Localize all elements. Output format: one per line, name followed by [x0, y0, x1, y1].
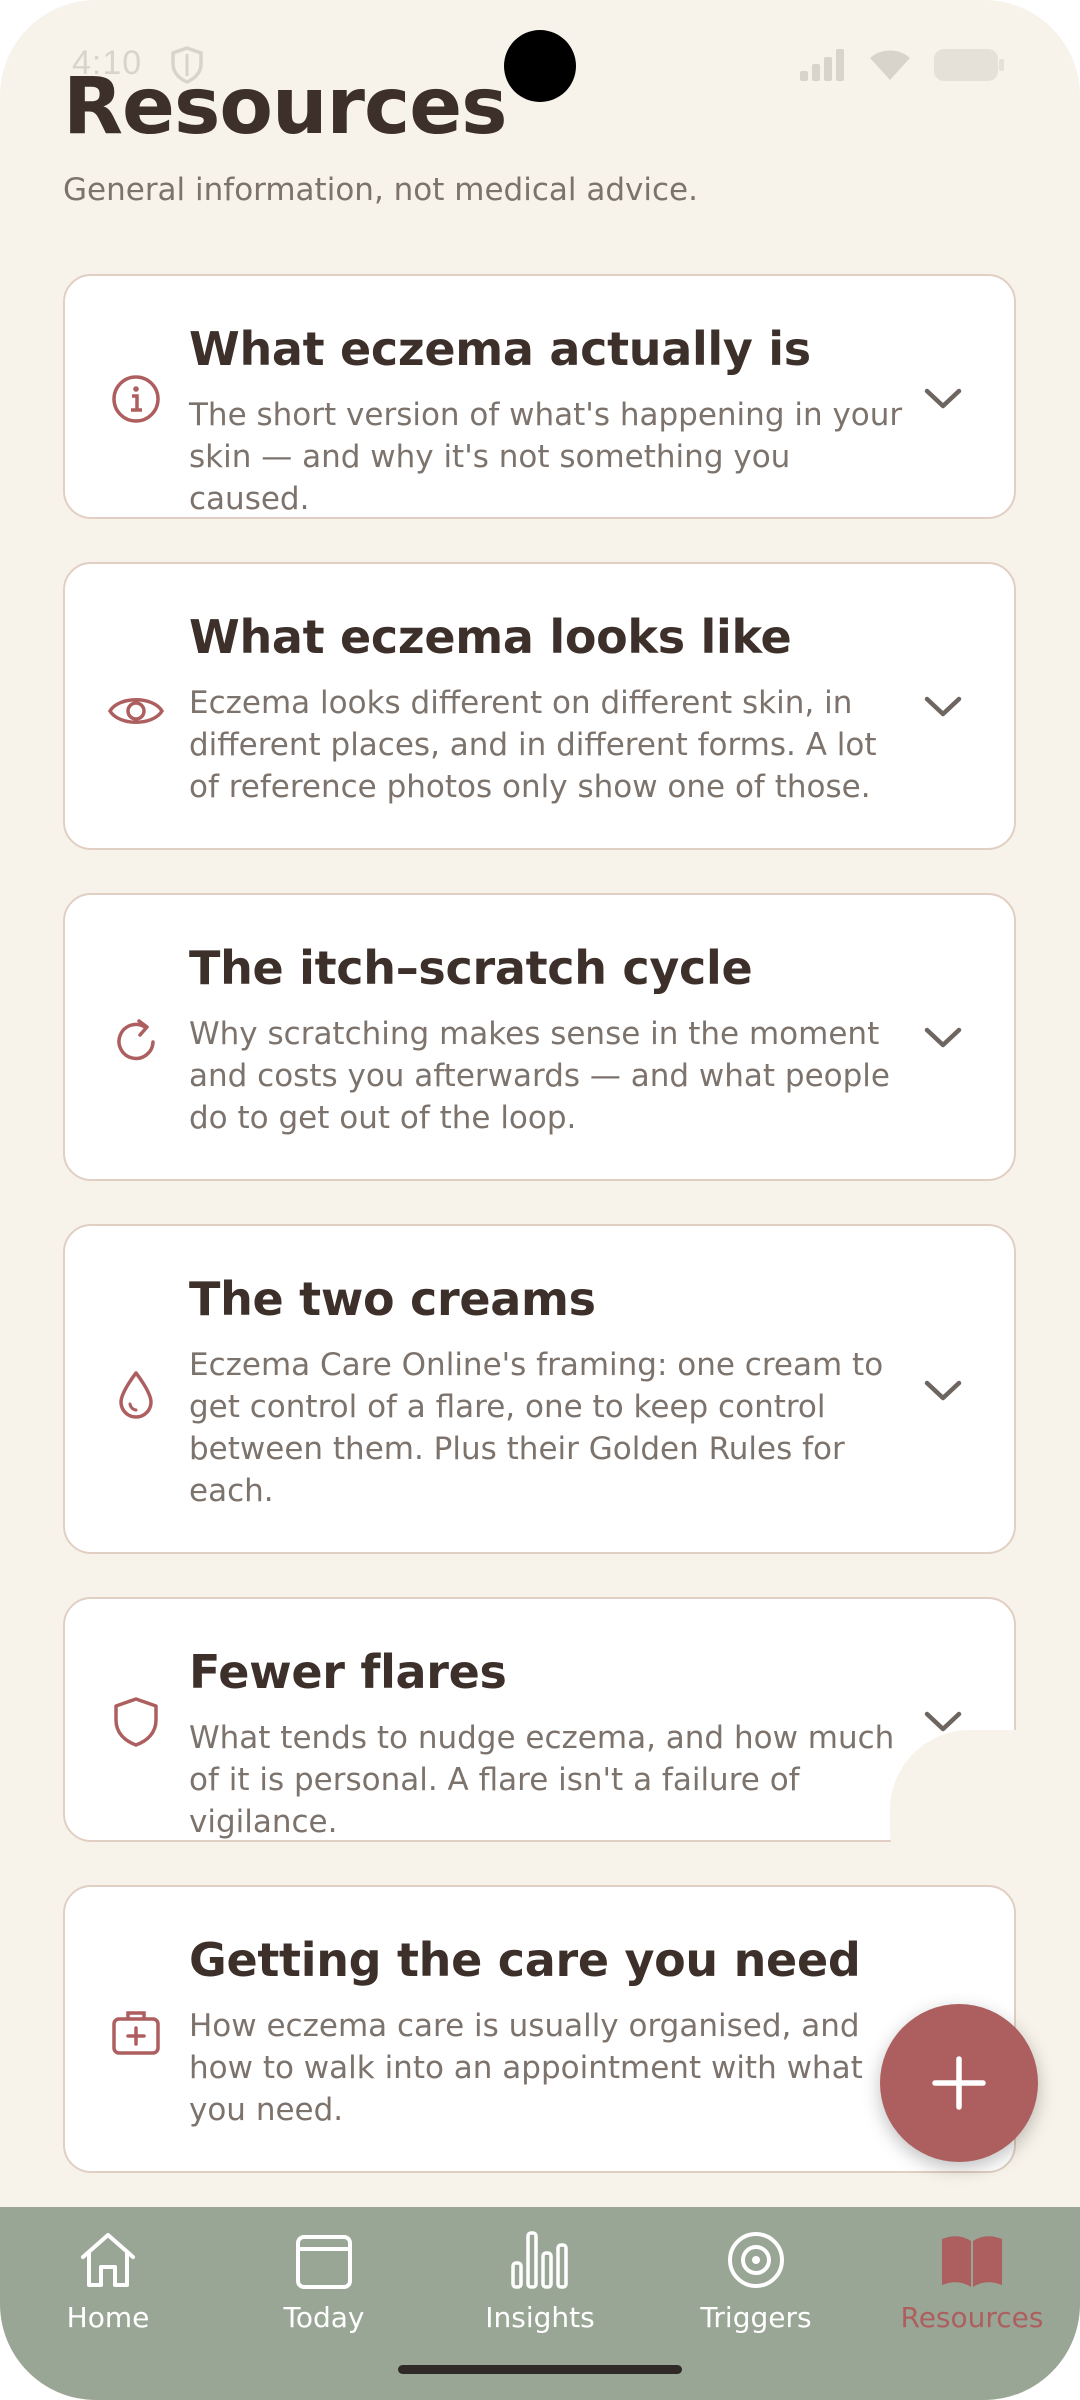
chevron-down-icon[interactable]: [922, 386, 964, 412]
info-icon: [112, 375, 160, 423]
plus-icon: [932, 2056, 986, 2110]
add-entry-button[interactable]: [880, 2004, 1038, 2162]
resource-card-what-eczema-looks-like[interactable]: What eczema looks like Eczema looks diff…: [63, 562, 1016, 850]
target-icon: [728, 2232, 784, 2288]
tab-insights[interactable]: Insights: [450, 2229, 630, 2359]
home-icon: [81, 2233, 135, 2287]
camera-cutout: [504, 30, 576, 102]
resource-card-itch-scratch-cycle[interactable]: The itch–scratch cycle Why scratching ma…: [63, 893, 1016, 1181]
resource-card-fewer-flares[interactable]: Fewer flares What tends to nudge eczema,…: [63, 1597, 1016, 1842]
resource-card-two-creams[interactable]: The two creams Eczema Care Online's fram…: [63, 1224, 1016, 1554]
tab-label: Insights: [485, 2301, 595, 2334]
tab-triggers[interactable]: Triggers: [666, 2229, 846, 2359]
card-description: Eczema Care Online's framing: one cream …: [189, 1347, 884, 1509]
wifi-icon: [870, 50, 910, 80]
card-title: What eczema looks like: [189, 610, 792, 664]
status-indicators: [800, 48, 1004, 82]
home-indicator: [398, 2365, 682, 2374]
resource-card-what-eczema-is[interactable]: What eczema actually is The short versio…: [63, 274, 1016, 519]
tab-label: Resources: [900, 2301, 1044, 2334]
card-title: The itch–scratch cycle: [189, 941, 753, 995]
page-subtitle: General information, not medical advice.: [63, 172, 698, 208]
card-description: What tends to nudge eczema, and how much…: [189, 1720, 895, 1840]
droplet-icon: [119, 1371, 153, 1419]
app-screen: 4:10 Resources General information, not …: [0, 0, 1080, 2400]
fab-notch: [890, 1730, 1060, 1910]
tab-home[interactable]: Home: [18, 2229, 198, 2359]
medical-kit-icon: [112, 2011, 160, 2055]
resource-card-getting-care[interactable]: Getting the care you need How eczema car…: [63, 1885, 1016, 2173]
tab-label: Triggers: [700, 2301, 812, 2334]
card-title: Fewer flares: [189, 1645, 507, 1699]
battery-icon: [934, 49, 1004, 81]
tab-resources[interactable]: Resources: [882, 2229, 1062, 2359]
card-title: Getting the care you need: [189, 1933, 861, 1987]
bar-chart-icon: [511, 2231, 568, 2289]
calendar-icon: [296, 2235, 352, 2289]
chevron-down-icon[interactable]: [922, 1378, 964, 1404]
card-description: Eczema looks different on different skin…: [189, 685, 877, 805]
refresh-icon: [117, 1019, 155, 1061]
card-title: What eczema actually is: [189, 322, 811, 376]
book-icon: [942, 2236, 1002, 2287]
eye-icon: [107, 698, 165, 724]
tab-today[interactable]: Today: [234, 2229, 414, 2359]
page-title: Resources: [63, 62, 508, 152]
card-description: How eczema care is usually organised, an…: [189, 2008, 863, 2128]
card-description: Why scratching makes sense in the moment…: [189, 1016, 890, 1136]
card-title: The two creams: [189, 1272, 596, 1326]
tab-label: Today: [283, 2301, 365, 2334]
shield-icon: [114, 1697, 158, 1747]
chevron-down-icon[interactable]: [922, 1025, 964, 1051]
chevron-down-icon[interactable]: [922, 694, 964, 720]
card-description: The short version of what's happening in…: [189, 397, 903, 517]
signal-icon: [800, 49, 844, 81]
tab-label: Home: [66, 2301, 150, 2334]
